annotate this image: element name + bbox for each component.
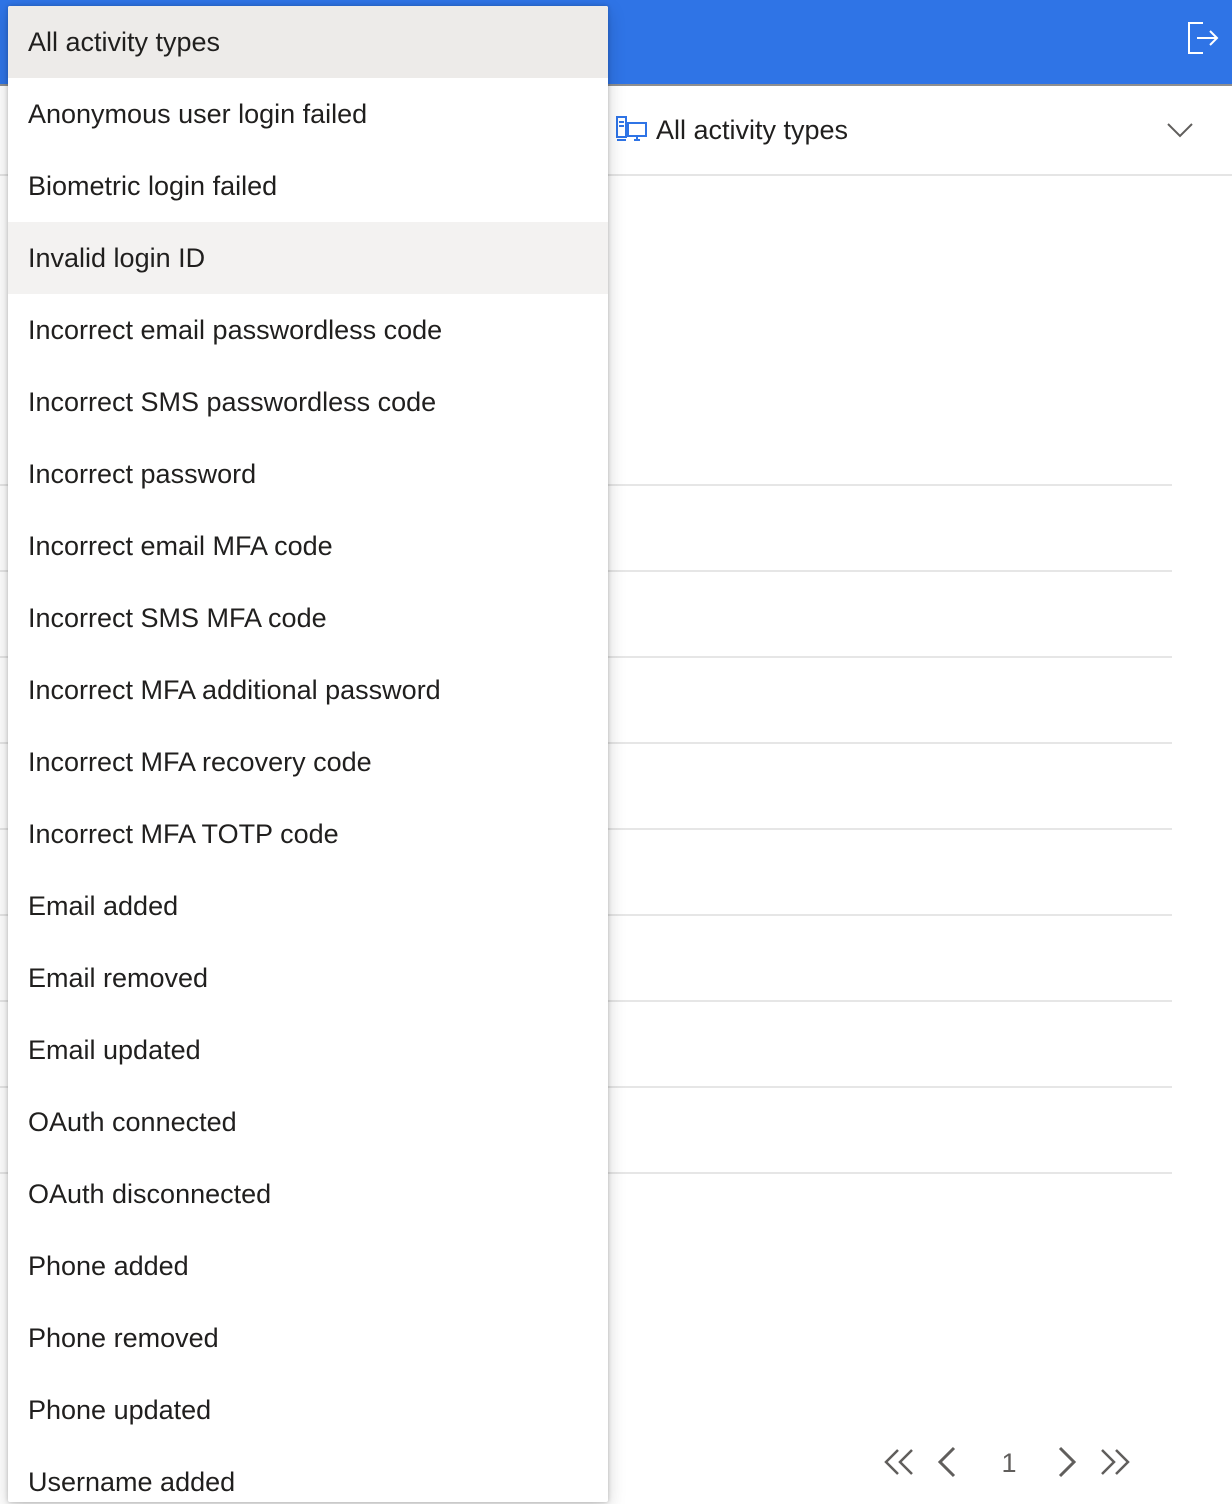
activity-type-dropdown-menu: All activity types Anonymous user login f… — [8, 6, 608, 1502]
dropdown-option[interactable]: Anonymous user login failed — [8, 78, 608, 150]
dropdown-option[interactable]: Incorrect email passwordless code — [8, 294, 608, 366]
dropdown-option[interactable]: Email removed — [8, 942, 608, 1014]
dropdown-option[interactable]: OAuth connected — [8, 1086, 608, 1158]
dropdown-option[interactable]: Username added — [8, 1446, 608, 1502]
activity-log-page: All activity types 1 All activity types … — [0, 0, 1232, 1504]
dropdown-option[interactable]: Email added — [8, 870, 608, 942]
dropdown-option[interactable]: Email updated — [8, 1014, 608, 1086]
next-page-icon[interactable] — [1050, 1440, 1080, 1486]
current-page-number: 1 — [1001, 1448, 1017, 1478]
last-page-icon[interactable] — [1094, 1440, 1134, 1486]
dropdown-option[interactable]: Incorrect SMS MFA code — [8, 582, 608, 654]
pagination: 1 — [880, 1440, 1140, 1486]
dropdown-option[interactable]: Phone removed — [8, 1302, 608, 1374]
dropdown-option[interactable]: Invalid login ID — [8, 222, 608, 294]
dropdown-option[interactable]: Incorrect MFA additional password — [8, 654, 608, 726]
dropdown-option[interactable]: Biometric login failed — [8, 150, 608, 222]
dropdown-option[interactable]: OAuth disconnected — [8, 1158, 608, 1230]
dropdown-option[interactable]: Incorrect password — [8, 438, 608, 510]
dropdown-option[interactable]: Phone added — [8, 1230, 608, 1302]
activity-filter-icon — [615, 115, 649, 143]
dropdown-option[interactable]: Incorrect MFA recovery code — [8, 726, 608, 798]
first-page-icon[interactable] — [880, 1440, 920, 1486]
dropdown-option[interactable]: All activity types — [8, 6, 608, 78]
dropdown-option[interactable]: Phone updated — [8, 1374, 608, 1446]
dropdown-option[interactable]: Incorrect MFA TOTP code — [8, 798, 608, 870]
dropdown-option[interactable]: Incorrect email MFA code — [8, 510, 608, 582]
activity-filter-value[interactable]: All activity types — [656, 110, 848, 150]
previous-page-icon[interactable] — [934, 1440, 964, 1486]
dropdown-option[interactable]: Incorrect SMS passwordless code — [8, 366, 608, 438]
chevron-down-icon[interactable] — [1166, 120, 1194, 140]
logout-icon[interactable] — [1186, 20, 1220, 56]
